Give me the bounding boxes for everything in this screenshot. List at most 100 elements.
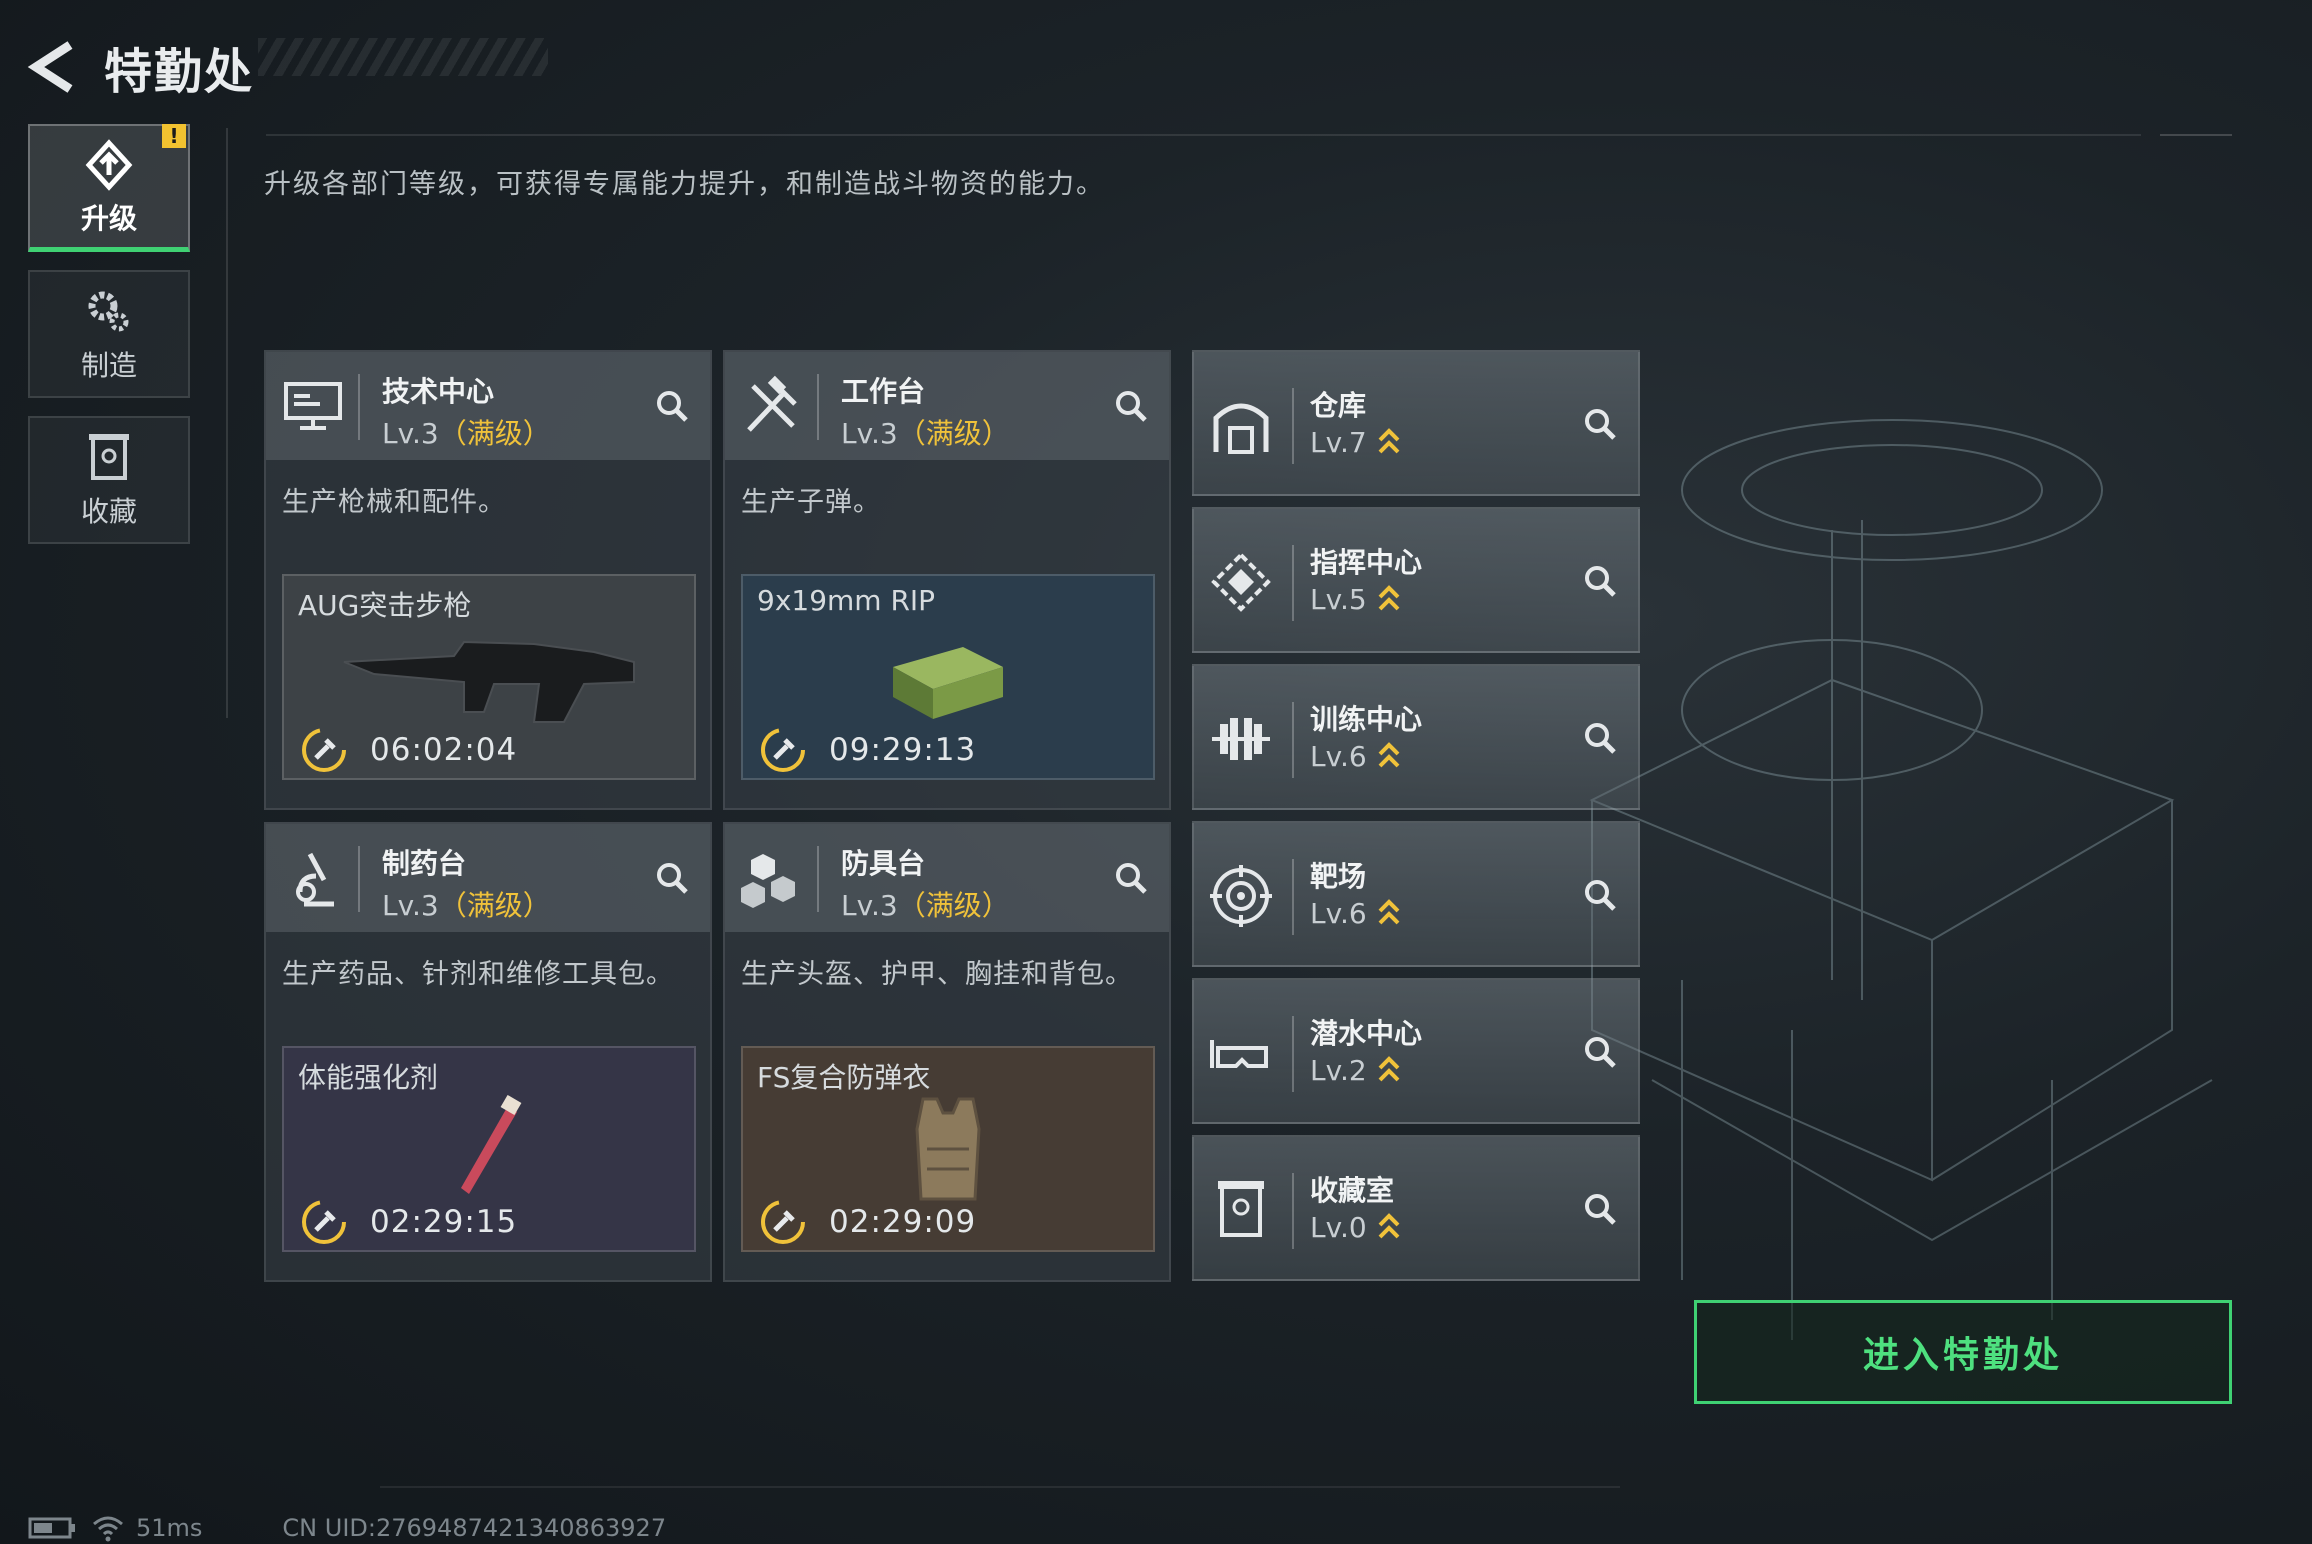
status-bar: 51ms CN UID:27694874213408639​27: [28, 1514, 666, 1542]
upgrade-available-icon: [1378, 585, 1400, 611]
production-timer: 02:29:09: [829, 1204, 977, 1240]
production-slot[interactable]: 9x19mm RIP 09:29:13: [741, 574, 1155, 780]
microscope-icon: [296, 852, 334, 907]
production-slot[interactable]: 体能强化剂 02:29:15: [282, 1046, 696, 1252]
facility-level: Lv.3（满级）: [382, 417, 551, 450]
facility-level: Lv.3（满级）: [841, 889, 1010, 922]
room-collection-room[interactable]: 收藏室 Lv.0: [1192, 1135, 1640, 1281]
base-blueprint-illustration: [1589, 419, 2213, 1340]
room-level: Lv.0: [1310, 1211, 1401, 1244]
upgrade-available-icon: [1378, 1056, 1400, 1082]
production-slot[interactable]: FS复合防弹衣 02:29:09: [741, 1046, 1155, 1252]
alert-badge: !: [162, 124, 186, 148]
target-icon: [1210, 865, 1272, 927]
battery-icon: [28, 1517, 75, 1539]
timer-wrench-icon: [302, 1200, 346, 1244]
facility-name: 防具台: [841, 847, 926, 880]
room-name: 潜水中心: [1310, 1017, 1423, 1050]
dumbbell-icon: [1212, 718, 1270, 760]
facility-name: 技术中心: [382, 375, 495, 408]
search-icon[interactable]: [1582, 563, 1618, 599]
divider: [1292, 388, 1294, 464]
rifle-image: [343, 640, 635, 723]
nav-item-craft[interactable]: 制造: [28, 270, 190, 398]
facility-card-workbench[interactable]: 工作台 Lv.3（满级） 生产子弹。 9x19mm RIP 09:29:13: [723, 350, 1171, 810]
room-diving-center[interactable]: 潜水中心 Lv.2: [1192, 978, 1640, 1124]
divider: [817, 846, 819, 912]
search-icon[interactable]: [654, 388, 690, 424]
facility-description: 生产药品、针剂和维修工具包。: [282, 959, 674, 990]
search-icon[interactable]: [1582, 1034, 1618, 1070]
room-name: 仓库: [1310, 389, 1367, 422]
search-icon[interactable]: [1582, 877, 1618, 913]
divider: [1292, 1016, 1294, 1092]
room-level: Lv.5: [1310, 583, 1401, 616]
room-level: Lv.6: [1310, 897, 1401, 930]
search-icon[interactable]: [1113, 388, 1149, 424]
production-timer: 09:29:13: [829, 732, 977, 768]
room-name: 指挥中心: [1310, 546, 1423, 579]
facility-description: 生产枪械和配件。: [282, 487, 506, 518]
facility-card-armor-bench[interactable]: 防具台 Lv.3（满级） 生产头盔、护甲、胸挂和背包。 FS复合防弹衣 02:2…: [723, 822, 1171, 1282]
production-timer: 02:29:15: [370, 1204, 518, 1240]
nav-item-upgrade[interactable]: ! 升级: [28, 124, 190, 252]
divider: [358, 374, 360, 440]
divider: [817, 374, 819, 440]
nav-item-collection[interactable]: 收藏: [28, 416, 190, 544]
tools-icon: [747, 375, 797, 432]
injector-image: [461, 1094, 522, 1194]
goggles-icon: [1210, 1040, 1268, 1068]
gear-icon: [88, 291, 129, 332]
divider: [1292, 1173, 1294, 1249]
back-arrow-icon[interactable]: [26, 37, 78, 97]
room-shooting-range[interactable]: 靶场 Lv.6: [1192, 821, 1640, 967]
facility-card-pharmacy[interactable]: 制药台 Lv.3（满级） 生产药品、针剂和维修工具包。 体能强化剂 02:29:…: [264, 822, 712, 1282]
room-level: Lv.6: [1310, 740, 1401, 773]
divider: [1292, 702, 1294, 778]
divider: [1292, 545, 1294, 621]
facility-level: Lv.3（满级）: [382, 889, 551, 922]
header: 特勤处: [26, 22, 254, 112]
side-nav: ! 升级 制造 收藏: [28, 124, 190, 562]
card-header: 防具台 Lv.3（满级）: [725, 824, 1169, 932]
page-description: 升级各部门等级，可获得专属能力提升，和制造战斗物资的能力。: [264, 169, 1105, 200]
facility-level: Lv.3（满级）: [841, 417, 1010, 450]
facility-description: 生产头盔、护甲、胸挂和背包。: [741, 959, 1133, 990]
card-header: 工作台 Lv.3（满级）: [725, 352, 1169, 460]
monitor-icon: [284, 382, 342, 430]
room-level: Lv.2: [1310, 1054, 1401, 1087]
upgrade-available-icon: [1378, 742, 1400, 768]
room-name: 训练中心: [1310, 703, 1423, 736]
ping-value: 51ms: [136, 1514, 203, 1542]
warehouse-icon: [1213, 403, 1269, 454]
search-icon[interactable]: [1582, 1191, 1618, 1227]
collection-icon: [89, 434, 129, 480]
facility-description: 生产子弹。: [741, 487, 881, 518]
button-label: 进入特勤处: [1862, 1335, 2063, 1376]
user-uid: CN UID:27694874213408639​27: [282, 1514, 667, 1542]
timer-wrench-icon: [302, 728, 346, 772]
ammo-box-image: [893, 647, 1003, 719]
nav-label: 收藏: [80, 495, 137, 528]
enter-special-ops-button[interactable]: 进入特勤处: [1694, 1300, 2232, 1404]
search-icon[interactable]: [1582, 406, 1618, 442]
facility-card-tech-center[interactable]: 技术中心 Lv.3（满级） 生产枪械和配件。 AUG突击步枪 06:02:04: [264, 350, 712, 810]
item-name: 体能强化剂: [298, 1061, 439, 1094]
item-name: 9x19mm RIP: [757, 584, 936, 617]
search-icon[interactable]: [1582, 720, 1618, 756]
divider: [226, 128, 228, 718]
facility-name: 制药台: [382, 847, 467, 880]
search-icon[interactable]: [654, 860, 690, 896]
nav-label: 制造: [80, 349, 137, 382]
card-header: 制药台 Lv.3（满级）: [266, 824, 710, 932]
room-warehouse[interactable]: 仓库 Lv.7: [1192, 350, 1640, 496]
timer-wrench-icon: [761, 728, 805, 772]
room-command-center[interactable]: 指挥中心 Lv.5: [1192, 507, 1640, 653]
divider: [1292, 859, 1294, 935]
production-slot[interactable]: AUG突击步枪 06:02:04: [282, 574, 696, 780]
body-armor-image: [915, 1097, 981, 1201]
room-level: Lv.7: [1310, 426, 1401, 459]
facility-name: 工作台: [841, 375, 926, 408]
room-training-center[interactable]: 训练中心 Lv.6: [1192, 664, 1640, 810]
search-icon[interactable]: [1113, 860, 1149, 896]
